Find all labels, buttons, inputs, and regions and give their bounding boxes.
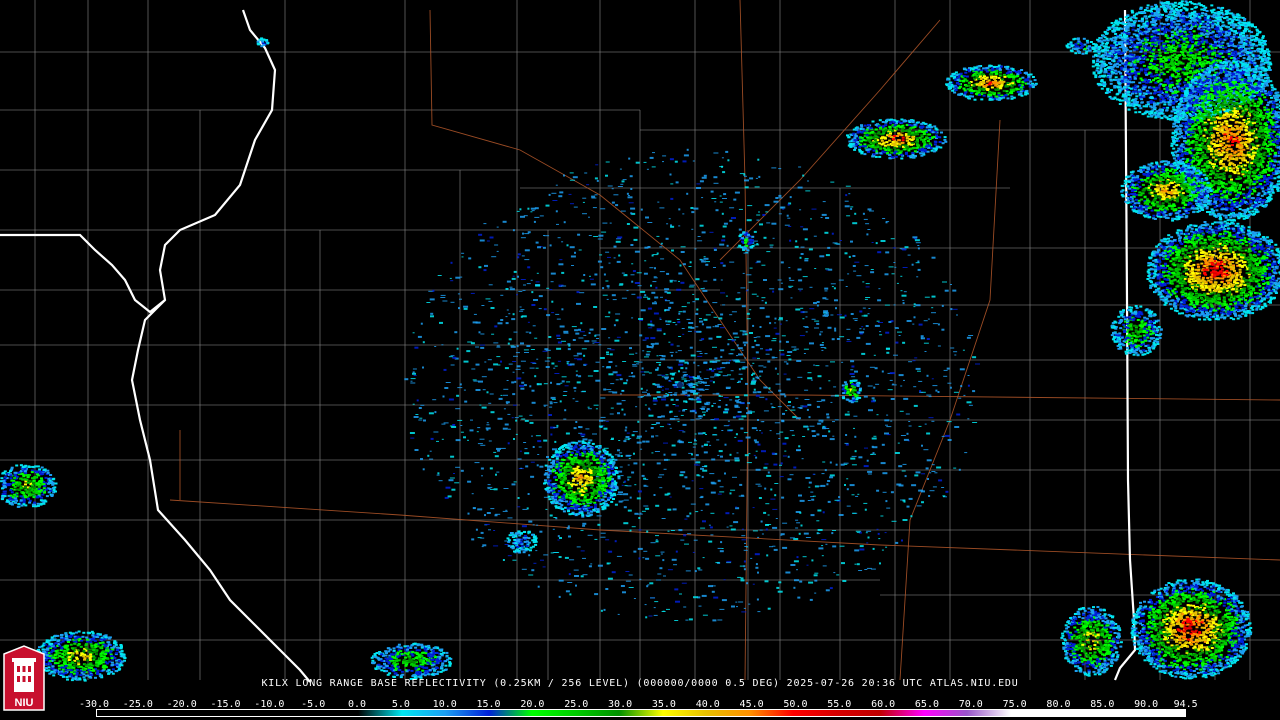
colorbar-segment: [619, 710, 663, 716]
state-boundaries: [0, 9, 1137, 683]
colorbar-segment: [358, 710, 402, 716]
colorbar-segment: [401, 710, 446, 716]
product-caption: KILX LONG RANGE BASE REFLECTIVITY (0.25K…: [261, 678, 1019, 689]
colorbar-segment: [488, 710, 533, 716]
colorbar-segment: [793, 710, 837, 716]
colorbar-segment: [662, 710, 707, 716]
colorbar-segment: [575, 710, 620, 716]
radar-site-marker: [677, 382, 683, 388]
colorbar-segment: [923, 710, 968, 716]
niu-logo: NIU: [3, 645, 45, 711]
colorbar-segment: [749, 710, 794, 716]
colorbar-segment: [1010, 710, 1185, 716]
colorbar-segment: [706, 710, 750, 716]
colorbar-segment: [880, 710, 924, 716]
colorbar-segment: [532, 710, 576, 716]
radar-map: [0, 0, 1280, 683]
colorbar-segment: [836, 710, 881, 716]
colorbar-segment: [445, 710, 489, 716]
colorbar-segment: [967, 710, 1011, 716]
radar-viewer: KILX LONG RANGE BASE REFLECTIVITY (0.25K…: [0, 0, 1280, 720]
reflectivity-colorbar: [96, 709, 1186, 717]
logo-text: NIU: [15, 697, 34, 709]
county-boundaries: [0, 0, 1280, 680]
colorbar-segment: [97, 710, 359, 716]
